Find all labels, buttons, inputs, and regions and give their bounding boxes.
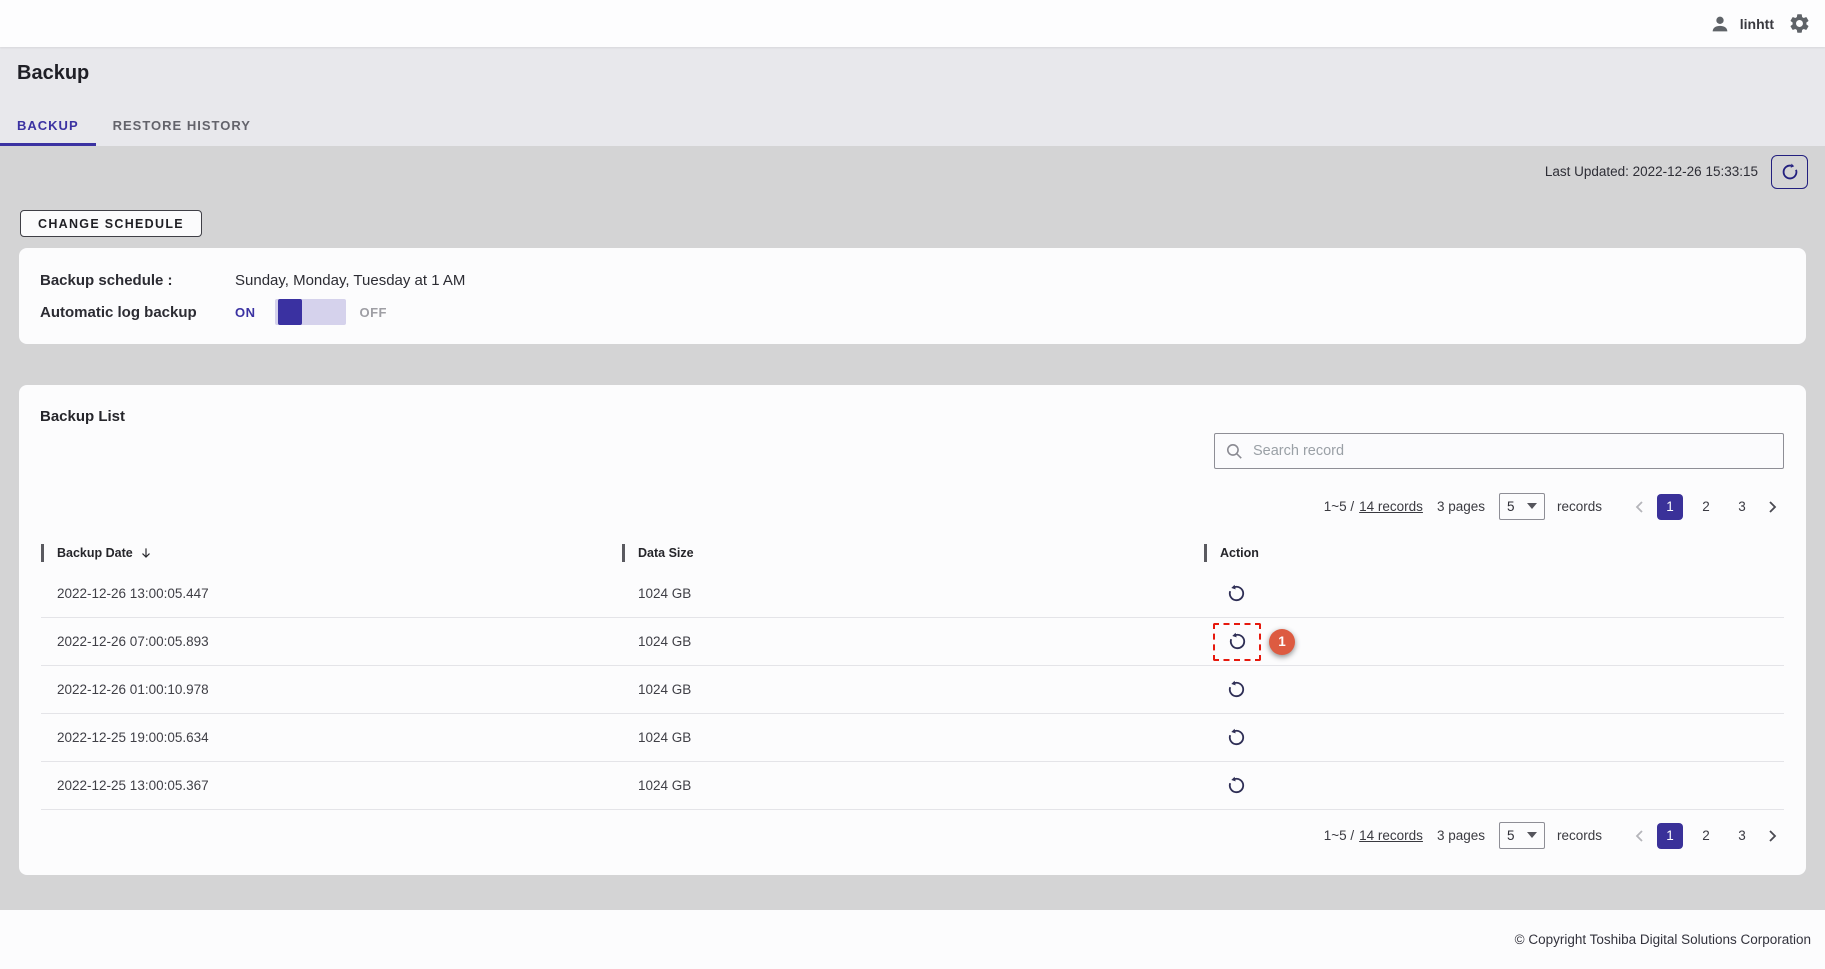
column-divider [41,544,44,562]
user-menu[interactable]: linhtt [1709,13,1774,35]
tab-backup[interactable]: BACKUP [0,104,96,146]
cell-backup-date: 2022-12-26 13:00:05.447 [41,586,622,601]
toggle-off-label: OFF [360,305,388,320]
page-size-select[interactable]: 5 [1499,822,1545,849]
auto-log-backup-toggle[interactable] [275,299,346,325]
last-updated-label: Last Updated: 2022-12-26 15:33:15 [1545,155,1758,189]
records-count-link[interactable]: 14 records [1359,828,1423,843]
prev-page-icon[interactable] [1628,495,1652,519]
auto-log-backup-label: Automatic log backup [40,304,235,321]
record-range: 1~5 / [1324,828,1354,843]
column-header-backup-date[interactable]: Backup Date [41,544,622,562]
column-header-action: Action [1204,544,1784,562]
backup-list-panel: Backup List 1~5 / 14 records 3 pages 5 r… [19,385,1806,875]
page-footer: © Copyright Toshiba Digital Solutions Co… [0,910,1825,969]
change-schedule-button[interactable]: CHANGE SCHEDULE [20,210,202,237]
records-label: records [1557,828,1602,843]
refresh-button[interactable] [1771,155,1808,189]
cell-data-size: 1024 GB [622,778,1204,793]
backup-schedule-value: Sunday, Monday, Tuesday at 1 AM [235,272,465,289]
refresh-icon [1779,161,1801,183]
gear-icon[interactable] [1788,12,1811,35]
chevron-down-icon [1527,832,1537,839]
column-header-data-size[interactable]: Data Size [622,544,1204,562]
page-button-2[interactable]: 2 [1693,823,1719,849]
toggle-on-label: ON [235,305,256,320]
backup-schedule-label: Backup schedule : [40,272,206,289]
pages-count-label: 3 pages [1437,828,1485,843]
table-header: Backup Date Data Size Action [41,535,1784,570]
person-icon [1709,13,1731,35]
restore-icon[interactable] [1222,772,1250,800]
auto-log-backup-row: Automatic log backup ON OFF [40,296,1785,328]
schedule-panel: Backup schedule : Sunday, Monday, Tuesda… [19,248,1806,344]
page-header: Backup BACKUP RESTORE HISTORY [0,47,1825,146]
backup-schedule-row: Backup schedule : Sunday, Monday, Tuesda… [40,264,1785,296]
step-badge: 1 [1269,629,1295,655]
restore-icon[interactable] [1222,580,1250,608]
top-bar: linhtt [0,0,1825,47]
column-divider [1204,544,1207,562]
restore-icon[interactable] [1223,628,1251,656]
tab-restore-history[interactable]: RESTORE HISTORY [96,104,268,146]
username-label: linhtt [1740,16,1774,32]
next-page-icon[interactable] [1760,495,1784,519]
last-updated-row: Last Updated: 2022-12-26 15:33:15 [1545,155,1808,189]
backup-table: Backup Date Data Size Action 2022-12-26 … [41,535,1784,810]
table-row: 2022-12-26 13:00:05.447 1024 GB [41,570,1784,618]
cell-backup-date: 2022-12-26 01:00:10.978 [41,682,622,697]
search-box [1214,433,1784,469]
cell-data-size: 1024 GB [622,730,1204,745]
sort-desc-icon [139,546,153,560]
page-button-3[interactable]: 3 [1729,823,1755,849]
action-highlight-box [1213,623,1261,661]
table-row: 2022-12-25 13:00:05.367 1024 GB [41,762,1784,810]
main-content: Last Updated: 2022-12-26 15:33:15 CHANGE… [0,146,1825,910]
cell-backup-date: 2022-12-25 19:00:05.634 [41,730,622,745]
pages-count-label: 3 pages [1437,499,1485,514]
copyright-text: © Copyright Toshiba Digital Solutions Co… [1515,932,1811,947]
backup-list-title: Backup List [40,408,125,425]
cell-data-size: 1024 GB [622,634,1204,649]
pagination-bottom: 1~5 / 14 records 3 pages 5 records 1 2 3 [1324,822,1784,849]
page-button-1[interactable]: 1 [1657,823,1683,849]
table-row: 2022-12-25 19:00:05.634 1024 GB [41,714,1784,762]
cell-data-size: 1024 GB [622,682,1204,697]
page-button-1[interactable]: 1 [1657,494,1683,520]
chevron-down-icon [1527,503,1537,510]
page-size-select[interactable]: 5 [1499,493,1545,520]
cell-backup-date: 2022-12-25 13:00:05.367 [41,778,622,793]
column-divider [622,544,625,562]
toggle-thumb [278,299,302,325]
cell-data-size: 1024 GB [622,586,1204,601]
table-row: 2022-12-26 07:00:05.893 1024 GB 1 [41,618,1784,666]
records-count-link[interactable]: 14 records [1359,499,1423,514]
page-button-3[interactable]: 3 [1729,494,1755,520]
restore-icon[interactable] [1222,724,1250,752]
pagination-top: 1~5 / 14 records 3 pages 5 records 1 2 3 [1324,493,1784,520]
table-row: 2022-12-26 01:00:10.978 1024 GB [41,666,1784,714]
records-label: records [1557,499,1602,514]
tab-bar: BACKUP RESTORE HISTORY [0,104,268,146]
restore-icon[interactable] [1222,676,1250,704]
page-button-2[interactable]: 2 [1693,494,1719,520]
search-input[interactable] [1253,443,1773,459]
cell-backup-date: 2022-12-26 07:00:05.893 [41,634,622,649]
page-title: Backup [17,62,89,85]
record-range: 1~5 / [1324,499,1354,514]
next-page-icon[interactable] [1760,824,1784,848]
prev-page-icon[interactable] [1628,824,1652,848]
search-icon [1225,442,1244,461]
